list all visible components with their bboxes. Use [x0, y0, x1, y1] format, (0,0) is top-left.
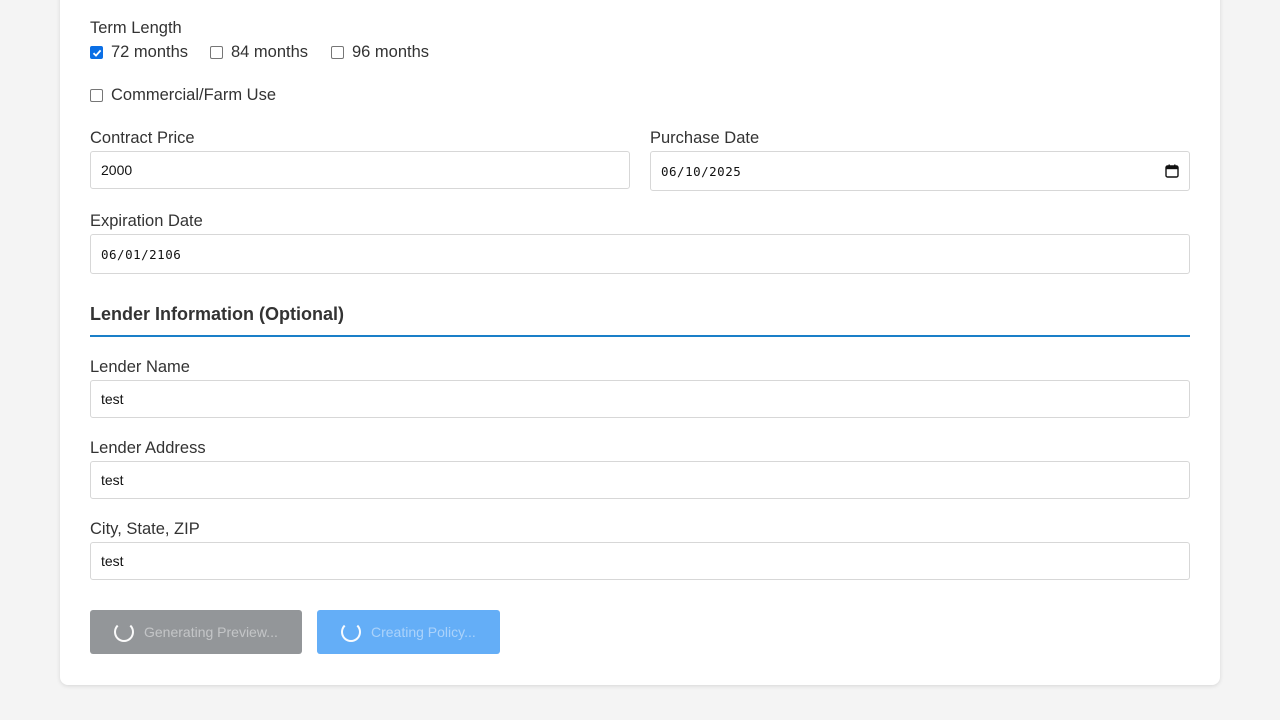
purchase-date-input[interactable]: 06/10/2025: [650, 151, 1190, 191]
commercial-farm-option[interactable]: Commercial/Farm Use: [90, 86, 276, 105]
calendar-icon[interactable]: [1165, 164, 1179, 178]
loading-spinner-icon: [114, 622, 134, 642]
term-option-label: 72 months: [111, 43, 189, 61]
lender-name-value: test: [101, 391, 124, 407]
checkmark-icon: [92, 49, 101, 57]
generate-preview-button[interactable]: Generating Preview...: [90, 610, 302, 654]
term-option-72[interactable]: 72 months: [90, 43, 188, 62]
expiration-date-input[interactable]: 06/01/2106: [90, 234, 1190, 274]
term-option-label: 84 months: [231, 43, 309, 61]
lender-section-title: Lender Information (Optional): [90, 304, 344, 324]
commercial-farm-label: Commercial/Farm Use: [111, 86, 277, 104]
lender-address-label: Lender Address: [90, 439, 206, 457]
checkbox-72-months[interactable]: [90, 46, 103, 59]
purchase-date-label: Purchase Date: [650, 129, 760, 147]
section-divider: [90, 335, 1190, 337]
loading-spinner-icon: [341, 622, 361, 642]
checkbox-84-months[interactable]: [210, 46, 223, 59]
expiration-date-value: 06/01/2106: [101, 246, 182, 262]
city-state-zip-label: City, State, ZIP: [90, 520, 200, 538]
purchase-date-value: 06/10/2025: [661, 163, 742, 179]
term-length-label: Term Length: [90, 19, 182, 37]
contract-price-label: Contract Price: [90, 129, 195, 147]
term-option-96[interactable]: 96 months: [331, 43, 429, 62]
term-option-label: 96 months: [352, 43, 430, 61]
checkbox-96-months[interactable]: [331, 46, 344, 59]
lender-address-value: test: [101, 472, 124, 488]
lender-name-label: Lender Name: [90, 358, 190, 376]
lender-address-input[interactable]: test: [90, 461, 1190, 499]
contract-price-input[interactable]: 2000: [90, 151, 630, 189]
expiration-date-label: Expiration Date: [90, 212, 203, 230]
form-card: Term Length 72 months 84 months 96 month…: [60, 0, 1220, 685]
contract-price-value: 2000: [101, 162, 133, 178]
checkbox-commercial-farm[interactable]: [90, 89, 103, 102]
lender-name-input[interactable]: test: [90, 380, 1190, 418]
create-policy-button[interactable]: Creating Policy...: [317, 610, 500, 654]
generate-preview-label: Generating Preview...: [144, 624, 278, 640]
create-policy-label: Creating Policy...: [371, 624, 476, 640]
term-option-84[interactable]: 84 months: [210, 43, 308, 62]
city-state-zip-value: test: [101, 553, 124, 569]
city-state-zip-input[interactable]: test: [90, 542, 1190, 580]
